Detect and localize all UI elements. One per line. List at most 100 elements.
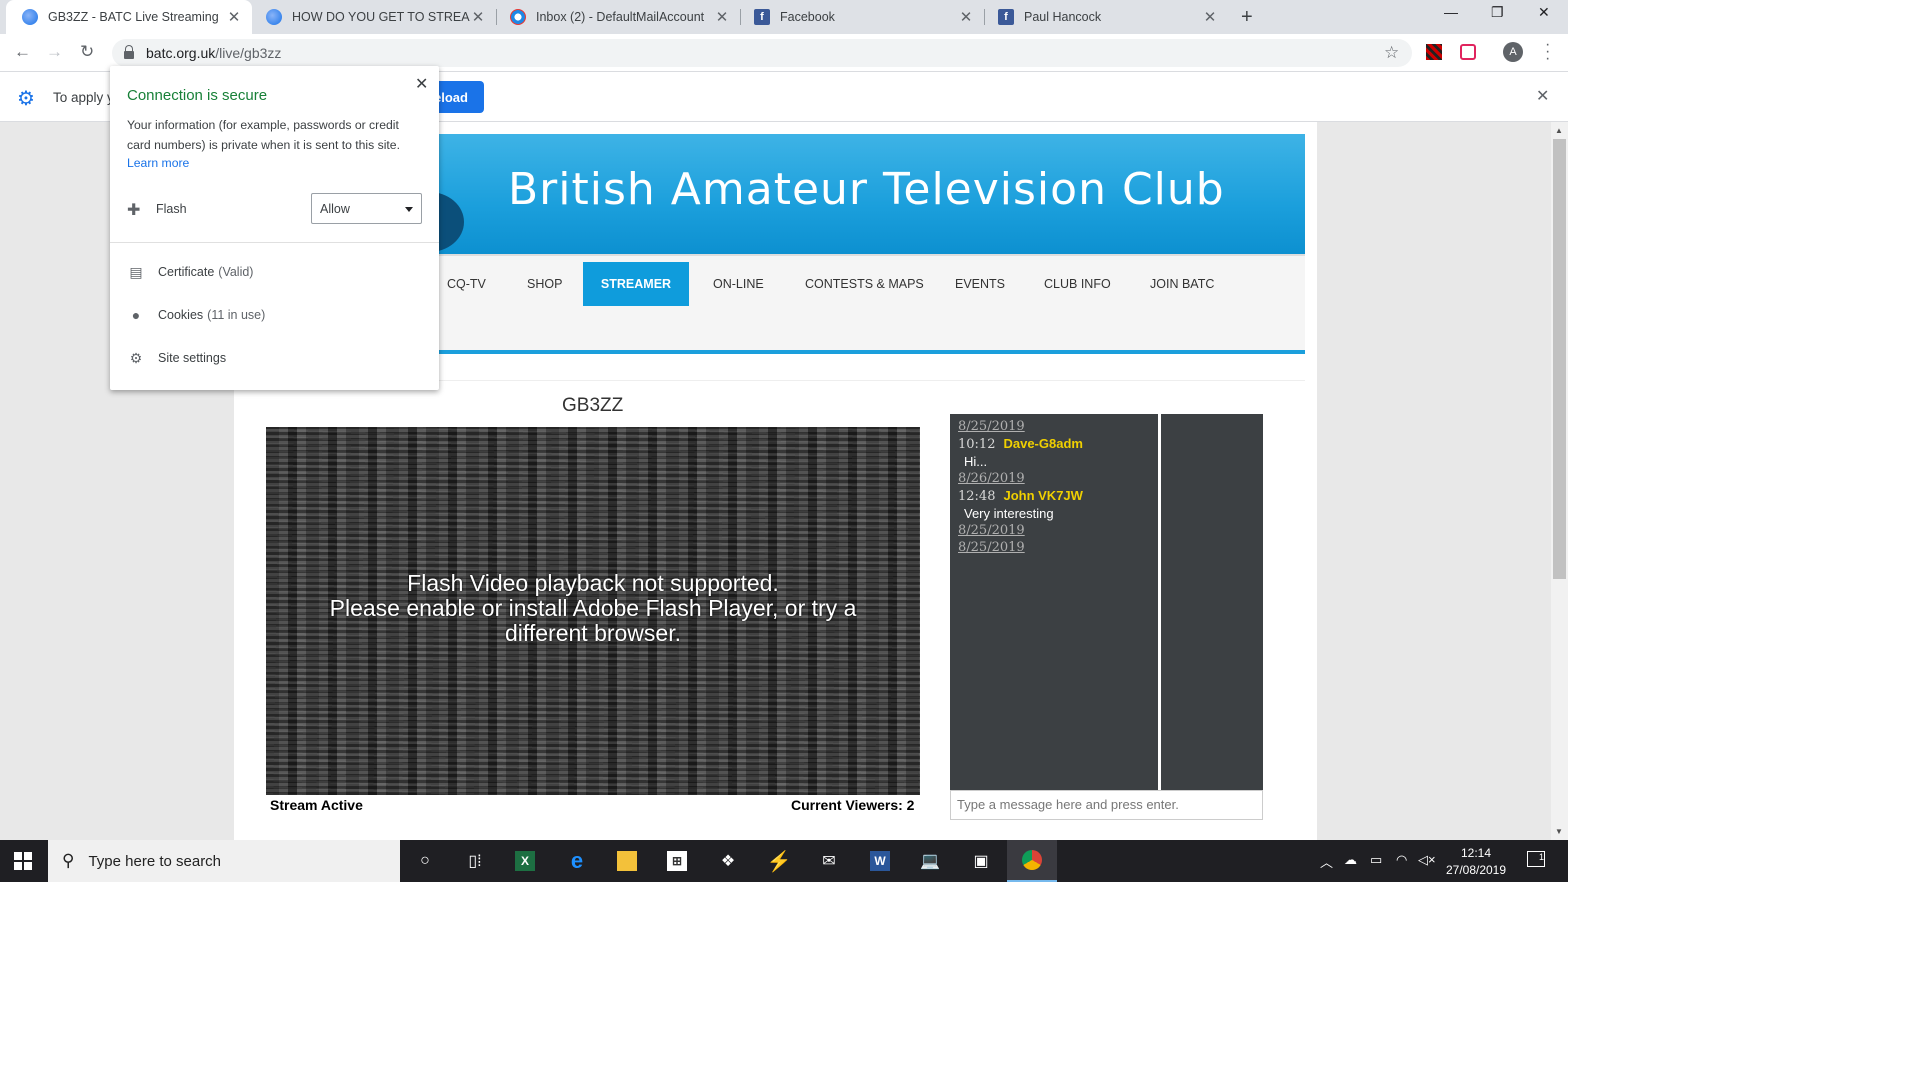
nav-join-batc[interactable]: JOIN BATC: [1150, 262, 1214, 306]
certificate-status: (Valid): [218, 265, 254, 279]
wifi-icon[interactable]: ◠: [1396, 852, 1407, 868]
divider: [110, 242, 439, 243]
tab-facebook[interactable]: f Facebook ✕: [738, 0, 984, 34]
taskbar-clock[interactable]: 12:14 27/08/2019: [1430, 845, 1522, 879]
profile-avatar[interactable]: A: [1503, 42, 1523, 62]
nav-streamer[interactable]: STREAMER: [583, 262, 689, 306]
onedrive-icon[interactable]: ☁: [1344, 852, 1357, 868]
chat-date[interactable]: 8/26/2019: [958, 470, 1150, 487]
cookies-row[interactable]: ● Cookies (11 in use): [127, 307, 266, 323]
close-icon[interactable]: ✕: [415, 74, 428, 94]
scrollbar-thumb[interactable]: [1553, 139, 1566, 579]
nav-shop[interactable]: SHOP: [527, 262, 562, 306]
windows-start-icon[interactable]: [14, 852, 32, 870]
dropbox-icon[interactable]: ❖: [703, 840, 753, 882]
stream-status: Stream Active: [270, 797, 363, 813]
gear-icon: ⚙: [17, 88, 35, 110]
video-message-line: different browser.: [504, 620, 681, 646]
chat-user: Dave-G8adm: [1003, 436, 1083, 451]
video-message: Flash Video playback not supported. Plea…: [266, 571, 920, 646]
chat-user-list: [1161, 414, 1263, 790]
certificate-row[interactable]: ▤ Certificate (Valid): [127, 264, 253, 280]
media-app-icon[interactable]: ▣: [956, 840, 1006, 882]
address-bar[interactable]: batc.org.uk/live/gb3zz: [112, 39, 1412, 67]
lock-icon[interactable]: [124, 45, 134, 59]
nav-club-info[interactable]: CLUB INFO: [1044, 262, 1111, 306]
cookies-label: Cookies: [158, 308, 204, 322]
close-icon[interactable]: ✕: [714, 8, 730, 26]
facebook-icon: f: [998, 9, 1014, 25]
file-explorer-icon[interactable]: [602, 840, 652, 882]
gear-icon: ⚙: [129, 349, 143, 366]
close-icon[interactable]: ✕: [958, 8, 974, 26]
page-scrollbar[interactable]: ▲ ▼: [1551, 122, 1568, 840]
flash-permission-select[interactable]: Allow: [311, 193, 422, 224]
site-settings-row[interactable]: ⚙ Site settings: [127, 350, 226, 366]
nav-cq-tv[interactable]: CQ-TV: [447, 262, 486, 306]
chat-user: John VK7JW: [1003, 488, 1083, 503]
tab-inbox[interactable]: Inbox (2) - DefaultMailAccount ✕: [494, 0, 740, 34]
extension-icon[interactable]: [1426, 44, 1442, 60]
learn-more-link[interactable]: Learn more: [127, 156, 189, 170]
search-placeholder: Type here to search: [88, 852, 222, 870]
nav-on-line[interactable]: ON-LINE: [713, 262, 764, 306]
close-icon[interactable]: ✕: [1536, 86, 1549, 106]
chat-message: 12:48 John VK7JW: [958, 487, 1150, 505]
chat-date[interactable]: 8/25/2019: [958, 539, 1150, 556]
certificate-icon: ▤: [129, 263, 143, 280]
new-tab-icon[interactable]: +: [1241, 6, 1253, 29]
batc-globe-icon: [266, 9, 282, 25]
url-text[interactable]: batc.org.uk/live/gb3zz: [146, 45, 281, 61]
close-icon[interactable]: ✕: [226, 8, 242, 26]
task-view-icon[interactable]: ▯⁞: [450, 840, 500, 882]
forward-icon[interactable]: →: [46, 42, 63, 62]
minimize-icon[interactable]: —: [1444, 4, 1458, 20]
video-player[interactable]: Flash Video playback not supported. Plea…: [266, 427, 920, 795]
chat-input[interactable]: Type a message here and press enter.: [950, 790, 1263, 820]
tab-gb3zz[interactable]: GB3ZZ - BATC Live Streaming ✕: [6, 0, 252, 34]
viewer-count: Current Viewers: 2: [791, 797, 915, 813]
taskbar-search[interactable]: ⚲ Type here to search: [48, 840, 400, 882]
restore-icon[interactable]: ❐: [1491, 4, 1504, 21]
scroll-up-icon[interactable]: ▲: [1555, 126, 1563, 135]
chat-message: 10:12 Dave-G8adm: [958, 435, 1150, 453]
app-bolt-icon[interactable]: ⚡: [754, 840, 804, 882]
window-close-icon[interactable]: ✕: [1538, 4, 1550, 21]
nav-events[interactable]: EVENTS: [955, 262, 1005, 306]
back-icon[interactable]: ←: [14, 42, 31, 62]
video-message-line: Please enable or install Adobe Flash Pla…: [329, 595, 857, 621]
site-settings-label: Site settings: [158, 351, 227, 365]
scroll-down-icon[interactable]: ▼: [1555, 827, 1563, 836]
close-icon[interactable]: ✕: [470, 8, 486, 26]
tab-strip: GB3ZZ - BATC Live Streaming ✕ HOW DO YOU…: [0, 0, 1568, 34]
tab-how-to-stream[interactable]: HOW DO YOU GET TO STREAM/ ✕: [250, 0, 496, 34]
excel-icon[interactable]: X: [500, 840, 550, 882]
close-icon[interactable]: ✕: [1202, 8, 1218, 26]
chat-log: 8/25/2019 10:12 Dave-G8adm Hi... 8/26/201…: [950, 414, 1158, 790]
chevron-up-icon[interactable]: ︿: [1320, 852, 1333, 871]
mail-app-icon[interactable]: ✉: [804, 840, 854, 882]
batc-globe-icon: [22, 9, 38, 25]
laptop-app-icon[interactable]: 💻: [905, 840, 955, 882]
notification-center-icon[interactable]: 1: [1527, 851, 1545, 867]
word-icon[interactable]: W: [855, 840, 905, 882]
chat-date[interactable]: 8/25/2019: [958, 522, 1150, 539]
tab-paul-hancock[interactable]: f Paul Hancock ✕: [982, 0, 1228, 34]
tab-title: GB3ZZ - BATC Live Streaming: [48, 10, 219, 24]
battery-icon[interactable]: ▭: [1370, 852, 1382, 868]
chrome-icon[interactable]: [1007, 840, 1057, 882]
pocket-extension-icon[interactable]: [1460, 44, 1476, 60]
store-icon[interactable]: ⊞: [652, 840, 702, 882]
facebook-icon: f: [754, 9, 770, 25]
tab-title: Facebook: [780, 10, 835, 24]
reload-icon[interactable]: ↻: [80, 42, 94, 62]
site-brand: British Amateur Television Club: [508, 164, 1225, 215]
nav-contests-maps[interactable]: CONTESTS & MAPS: [805, 262, 924, 306]
clock-time: 12:14: [1460, 846, 1492, 860]
menu-dots-icon[interactable]: · · ·: [1545, 37, 1550, 67]
edge-icon[interactable]: e: [552, 840, 602, 882]
cortana-icon[interactable]: ○: [400, 840, 450, 882]
bookmark-star-icon[interactable]: ☆: [1384, 43, 1399, 63]
cookie-icon: ●: [131, 307, 141, 323]
chat-date[interactable]: 8/25/2019: [958, 418, 1150, 435]
